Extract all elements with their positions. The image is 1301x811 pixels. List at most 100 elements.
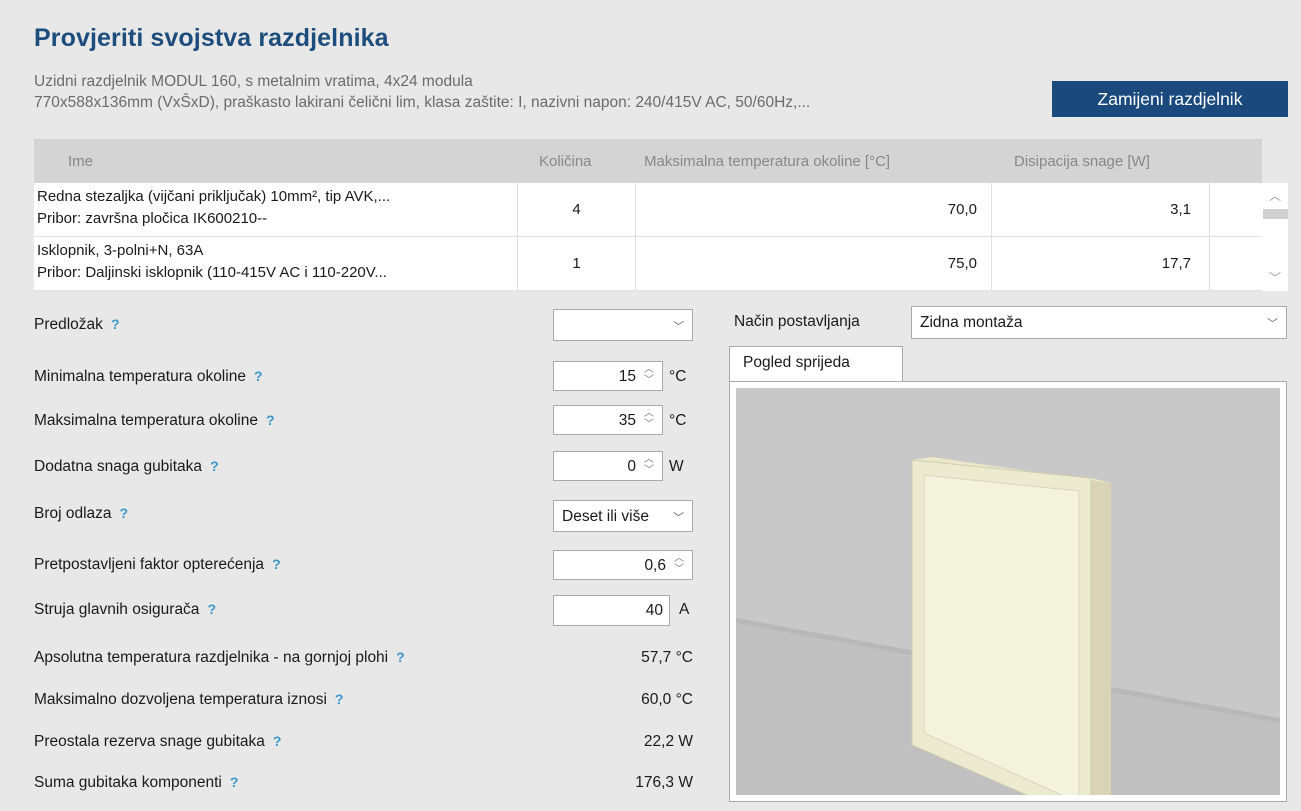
- max-temp-row: Maksimalna temperatura okoline?: [34, 412, 275, 430]
- enclosure-3d-view[interactable]: [729, 381, 1287, 802]
- max-temp-label: Maksimalna temperatura okoline: [34, 412, 258, 429]
- help-icon[interactable]: ?: [272, 556, 281, 572]
- min-temp-row: Minimalna temperatura okoline?: [34, 368, 263, 386]
- abs-temp-label: Apsolutna temperatura razdjelnika - na g…: [34, 649, 389, 666]
- mounting-label: Način postavljanja: [734, 313, 860, 330]
- mounting-select-value: Zidna montaža: [920, 314, 1023, 331]
- sum-losses-value: 176,3 W: [635, 774, 693, 791]
- help-icon[interactable]: ?: [210, 458, 219, 474]
- chevron-down-icon: ﹀: [673, 512, 684, 524]
- enclosure-render: [736, 388, 1280, 795]
- max-temp-value: 35: [618, 412, 636, 429]
- load-factor-row: Pretpostavljeni faktor opterećenja?: [34, 556, 281, 574]
- replace-enclosure-button[interactable]: Zamijeni razdjelnik: [1052, 81, 1288, 117]
- extra-loss-row: Dodatna snaga gubitaka?: [34, 458, 219, 476]
- table-row[interactable]: Isklopnik, 3-polni+N, 63A Pribor: Daljin…: [34, 237, 1262, 291]
- table-scrollbar[interactable]: ︿ ﹀: [1262, 183, 1288, 291]
- row-name: Redna stezaljka (vijčani priključak) 10m…: [37, 188, 391, 205]
- reserve-label: Preostala rezerva snage gubitaka: [34, 733, 265, 750]
- sum-losses-label: Suma gubitaka komponenti: [34, 774, 222, 791]
- reserve-row: Preostala rezerva snage gubitaka?: [34, 733, 281, 751]
- row-dissipation: 17,7: [992, 237, 1210, 291]
- chevron-down-icon: ﹀: [673, 321, 684, 333]
- max-allowed-value: 60,0 °C: [641, 691, 693, 708]
- max-allowed-row: Maksimalno dozvoljena temperatura iznosi…: [34, 691, 343, 709]
- help-icon[interactable]: ?: [335, 691, 344, 707]
- row-quantity: 4: [518, 183, 636, 237]
- row-quantity: 1: [518, 237, 636, 291]
- load-factor-value: 0,6: [644, 557, 666, 574]
- main-fuse-row: Struja glavnih osigurača?: [34, 601, 216, 619]
- sum-losses-row: Suma gubitaka komponenti?: [34, 774, 238, 792]
- outgoing-select-value: Deset ili više: [562, 508, 649, 525]
- header-max-temp[interactable]: Maksimalna temperatura okoline [°C]: [644, 153, 890, 170]
- mounting-select[interactable]: Zidna montaža ﹀: [911, 306, 1287, 339]
- stepper-arrows-icon[interactable]: ︿ ﹀: [642, 364, 656, 388]
- row-name-cell: Isklopnik, 3-polni+N, 63A Pribor: Daljin…: [34, 237, 518, 291]
- abs-temp-value: 57,7 °C: [641, 649, 693, 666]
- row-max-temp: 70,0: [636, 183, 992, 237]
- row-accessory: Pribor: Daljinski isklopnik (110-415V AC…: [37, 264, 387, 281]
- outgoing-label: Broj odlaza: [34, 505, 112, 522]
- main-fuse-unit: A: [679, 601, 690, 618]
- row-dissipation: 3,1: [992, 183, 1210, 237]
- outgoing-row: Broj odlaza?: [34, 505, 128, 523]
- row-name-cell: Redna stezaljka (vijčani priključak) 10m…: [34, 183, 518, 237]
- template-row: Predložak?: [34, 316, 120, 334]
- stepper-arrows-icon[interactable]: ︿ ﹀: [672, 553, 686, 577]
- row-blank-cell: [1210, 237, 1262, 291]
- components-table: Ime Količina Maksimalna temperatura okol…: [34, 139, 1288, 291]
- abs-temp-row: Apsolutna temperatura razdjelnika - na g…: [34, 649, 405, 667]
- header-dissipation[interactable]: Disipacija snage [W]: [1014, 153, 1150, 170]
- help-icon[interactable]: ?: [111, 316, 120, 332]
- stepper-arrows-icon[interactable]: ︿ ﹀: [642, 454, 656, 478]
- load-factor-stepper[interactable]: 0,6 ︿ ﹀: [553, 550, 693, 580]
- description-line-1: Uzidni razdjelnik MODUL 160, s metalnim …: [34, 73, 473, 90]
- help-icon[interactable]: ?: [254, 368, 263, 384]
- min-temp-unit: °C: [669, 368, 687, 385]
- template-label: Predložak: [34, 316, 103, 333]
- stepper-arrows-icon[interactable]: ︿ ﹀: [642, 408, 656, 432]
- table-row[interactable]: Redna stezaljka (vijčani priključak) 10m…: [34, 183, 1262, 237]
- row-blank-cell: [1210, 183, 1262, 237]
- main-fuse-value: 40: [645, 602, 663, 619]
- enclosure-description: Uzidni razdjelnik MODUL 160, s metalnim …: [34, 71, 810, 113]
- max-temp-unit: °C: [669, 412, 687, 429]
- min-temp-label: Minimalna temperatura okoline: [34, 368, 246, 385]
- page-title: Provjeriti svojstva razdjelnika: [34, 24, 389, 52]
- tab-front-view[interactable]: Pogled sprijeda: [729, 346, 903, 382]
- min-temp-stepper[interactable]: 15 ︿ ﹀: [553, 361, 663, 391]
- reserve-value: 22,2 W: [643, 733, 693, 750]
- max-allowed-label: Maksimalno dozvoljena temperatura iznosi: [34, 691, 327, 708]
- help-icon[interactable]: ?: [266, 412, 275, 428]
- row-max-temp: 75,0: [636, 237, 992, 291]
- help-icon[interactable]: ?: [230, 774, 239, 790]
- scroll-down-icon[interactable]: ﹀: [1262, 269, 1288, 286]
- outgoing-select[interactable]: Deset ili više ﹀: [553, 500, 693, 532]
- scroll-up-icon[interactable]: ︿: [1262, 187, 1288, 204]
- header-quantity[interactable]: Količina: [539, 153, 592, 170]
- load-factor-label: Pretpostavljeni faktor opterećenja: [34, 556, 265, 573]
- extra-loss-stepper[interactable]: 0 ︿ ﹀: [553, 451, 663, 481]
- row-name: Isklopnik, 3-polni+N, 63A: [37, 242, 204, 259]
- help-icon[interactable]: ?: [396, 649, 405, 665]
- min-temp-value: 15: [618, 368, 636, 385]
- template-select[interactable]: ﹀: [553, 309, 693, 341]
- row-accessory: Pribor: završna pločica IK600210--: [37, 210, 268, 227]
- table-header: Ime Količina Maksimalna temperatura okol…: [34, 139, 1262, 183]
- description-line-2: 770x588x136mm (VxŠxD), praškasto lakiran…: [34, 94, 811, 111]
- main-fuse-input[interactable]: 40: [553, 595, 670, 626]
- main-fuse-label: Struja glavnih osigurača: [34, 601, 200, 618]
- extra-loss-label: Dodatna snaga gubitaka: [34, 458, 203, 475]
- help-icon[interactable]: ?: [273, 733, 282, 749]
- help-icon[interactable]: ?: [207, 601, 216, 617]
- chevron-down-icon: ﹀: [1267, 318, 1278, 330]
- cabinet-side: [1091, 478, 1111, 795]
- max-temp-stepper[interactable]: 35 ︿ ﹀: [553, 405, 663, 435]
- help-icon[interactable]: ?: [120, 505, 129, 521]
- scroll-thumb[interactable]: [1263, 209, 1288, 219]
- table-body: Redna stezaljka (vijčani priključak) 10m…: [34, 183, 1262, 291]
- header-name[interactable]: Ime: [68, 153, 93, 170]
- extra-loss-value: 0: [627, 458, 636, 475]
- extra-loss-unit: W: [669, 458, 684, 475]
